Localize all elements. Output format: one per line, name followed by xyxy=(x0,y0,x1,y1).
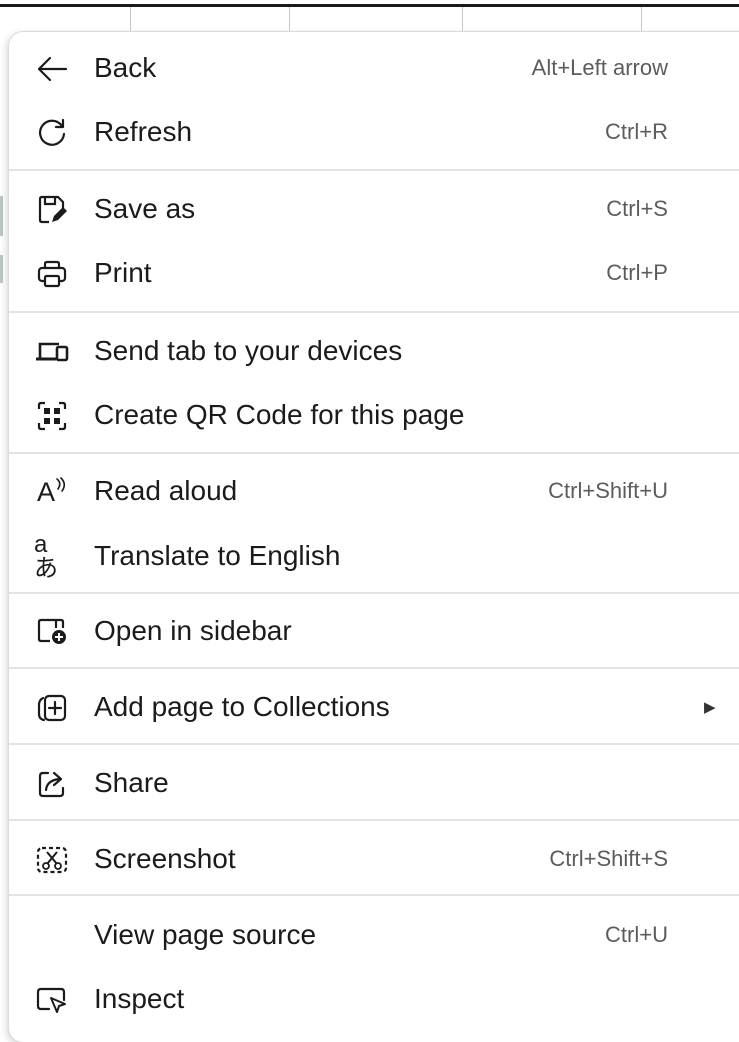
arrow-left-icon xyxy=(34,52,70,86)
menu-item-create-qr[interactable]: Create QR Code for this page xyxy=(9,384,739,446)
devices-icon xyxy=(34,335,70,369)
menu-item-label: Send tab to your devices xyxy=(94,335,403,366)
menu-item-read-aloud[interactable]: A Read aloud Ctrl+Shift+U xyxy=(9,460,739,522)
menu-item-open-in-sidebar[interactable]: Open in sidebar xyxy=(9,600,739,662)
menu-item-label: Add page to Collections xyxy=(94,691,390,722)
menu-item-send-tab[interactable]: Send tab to your devices xyxy=(9,320,739,382)
menu-item-label: Open in sidebar xyxy=(94,615,292,646)
share-icon xyxy=(34,767,70,801)
menu-item-share[interactable]: Share xyxy=(9,752,739,814)
menu-item-shortcut: Ctrl+Shift+S xyxy=(549,846,668,871)
background-edge-mark xyxy=(0,196,3,236)
refresh-icon xyxy=(34,116,70,150)
menu-separator xyxy=(9,894,739,896)
menu-item-label: Create QR Code for this page xyxy=(94,399,465,430)
screenshot-icon xyxy=(34,843,70,877)
menu-item-label: Share xyxy=(94,767,169,798)
menu-item-shortcut: Ctrl+U xyxy=(605,922,668,947)
menu-item-label: View page source xyxy=(94,919,317,950)
submenu-arrow-icon: ▶ xyxy=(704,699,716,716)
translate-icon: aあ xyxy=(34,531,58,582)
menu-item-label: Inspect xyxy=(94,983,185,1014)
menu-item-label: Translate to English xyxy=(94,540,341,571)
menu-separator xyxy=(9,667,739,669)
menu-item-back[interactable]: Back Alt+Left arrow xyxy=(9,37,739,99)
menu-separator xyxy=(9,743,739,745)
menu-separator xyxy=(9,592,739,594)
menu-separator xyxy=(9,819,739,821)
read-aloud-icon: A xyxy=(34,475,70,509)
menu-item-refresh[interactable]: Refresh Ctrl+R xyxy=(9,101,739,163)
printer-icon xyxy=(34,257,70,291)
qr-code-icon xyxy=(34,399,70,433)
inspect-icon xyxy=(34,983,70,1017)
menu-item-label: Read aloud xyxy=(94,475,238,506)
collections-add-icon xyxy=(34,691,70,725)
menu-item-view-source[interactable]: View page source Ctrl+U xyxy=(9,904,739,966)
menu-item-print[interactable]: Print Ctrl+P xyxy=(9,242,739,304)
sidebar-icon xyxy=(34,615,70,649)
menu-item-save-as[interactable]: Save as Ctrl+S xyxy=(9,178,739,240)
menu-item-shortcut: Alt+Left arrow xyxy=(531,55,668,80)
background-edge-mark xyxy=(0,255,3,283)
context-menu: Back Alt+Left arrow Refresh Ctrl+R Save … xyxy=(9,32,739,1042)
menu-item-translate[interactable]: aあ Translate to English xyxy=(9,525,739,587)
menu-separator xyxy=(9,311,739,313)
menu-item-shortcut: Ctrl+S xyxy=(606,196,668,221)
menu-item-label: Print xyxy=(94,257,152,288)
menu-item-label: Screenshot xyxy=(94,843,236,874)
menu-item-shortcut: Ctrl+P xyxy=(606,260,668,285)
menu-item-inspect[interactable]: Inspect xyxy=(9,968,739,1030)
save-as-icon xyxy=(34,193,70,227)
menu-item-shortcut: Ctrl+R xyxy=(605,119,668,144)
menu-separator xyxy=(9,169,739,171)
menu-item-shortcut: Ctrl+Shift+U xyxy=(548,478,668,503)
menu-item-label: Refresh xyxy=(94,116,193,147)
menu-separator xyxy=(9,452,739,454)
menu-item-add-to-collections[interactable]: Add page to Collections ▶ xyxy=(9,676,739,738)
menu-item-label: Save as xyxy=(94,193,196,224)
background-border xyxy=(0,4,739,7)
menu-item-screenshot[interactable]: Screenshot Ctrl+Shift+S xyxy=(9,828,739,890)
menu-item-label: Back xyxy=(94,52,157,83)
